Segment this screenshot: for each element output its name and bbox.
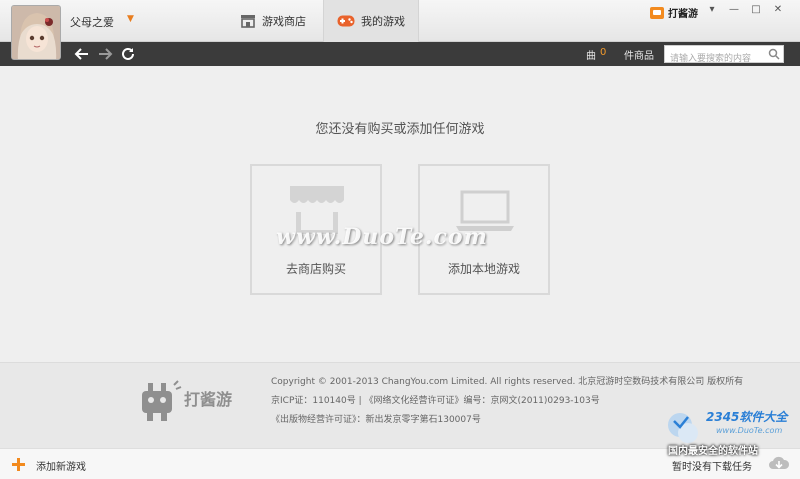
brand-name: 打酱游 (668, 9, 698, 20)
refresh-icon[interactable] (119, 45, 137, 63)
cart-count[interactable]: 0 (600, 47, 606, 58)
footer-logo-text: 打酱游 (184, 390, 233, 409)
search-input[interactable] (665, 51, 765, 67)
maximize-icon[interactable]: □ (748, 3, 764, 17)
badge-url: www.DuoTe.com (716, 426, 783, 435)
tab-game-store[interactable]: 游戏商店 (225, 0, 321, 42)
my-games-panel: 您还没有购买或添加任何游戏 去商店购买 添加本地游戏 www.DuoTe.com (0, 66, 800, 362)
forward-arrow-icon[interactable] (96, 45, 114, 63)
cloud-download-icon[interactable] (768, 455, 790, 471)
publication-license-text: 《出版物经营许可证》：新出发京零字第石130007号 (271, 415, 481, 425)
toolbar: 曲 0 件商品 (0, 42, 800, 67)
plus-icon[interactable] (12, 458, 25, 471)
store-icon (241, 15, 255, 28)
tab-my-games[interactable]: 我的游戏 (323, 0, 419, 42)
download-status: 暂时没有下载任务 (672, 462, 752, 473)
menu-icon[interactable]: ▾ (704, 3, 720, 17)
badge-slogan: 国内最安全的软件站 (668, 446, 758, 457)
card-label: 去商店购买 (285, 262, 346, 276)
minimize-icon[interactable]: — (726, 3, 742, 17)
search-box (664, 45, 784, 67)
brand: 打酱游 (650, 5, 698, 20)
close-icon[interactable]: ✕ (770, 3, 786, 17)
brand-logo-icon (650, 6, 664, 19)
user-dropdown-caret-icon[interactable]: ▼ (127, 14, 134, 24)
add-new-game-link[interactable]: 添加新游戏 (36, 458, 86, 473)
tab-label: 我的游戏 (361, 15, 405, 28)
icp-text: 京ICP证：110140号 | 《网络文化经营许可证》编号：京网文(2011)0… (271, 396, 600, 406)
copyright-text: Copyright © 2001-2013 ChangYou.com Limit… (271, 377, 744, 387)
cart-items-label: 件商品 (624, 51, 654, 62)
title-bar: 父母之爱 ▼ 游戏商店 我的游戏 打酱游 ▾ — □ ✕ (0, 0, 800, 60)
badge-title: 2345软件大全 (706, 410, 788, 424)
card-label: 添加本地游戏 (447, 262, 520, 276)
tab-label: 游戏商店 (262, 15, 306, 28)
username[interactable]: 父母之爱 (70, 14, 114, 30)
avatar-image (12, 6, 60, 59)
back-arrow-icon[interactable] (73, 45, 91, 63)
avatar[interactable] (11, 5, 61, 60)
cart-count-label: 曲 (586, 51, 596, 62)
footer: 打酱游 Copyright © 2001-2013 ChangYou.com L… (0, 362, 800, 448)
empty-state-message: 您还没有购买或添加任何游戏 (315, 122, 485, 137)
watermark: www.DuoTe.com (276, 224, 488, 250)
gamepad-icon (337, 15, 355, 27)
search-icon[interactable] (768, 48, 780, 60)
